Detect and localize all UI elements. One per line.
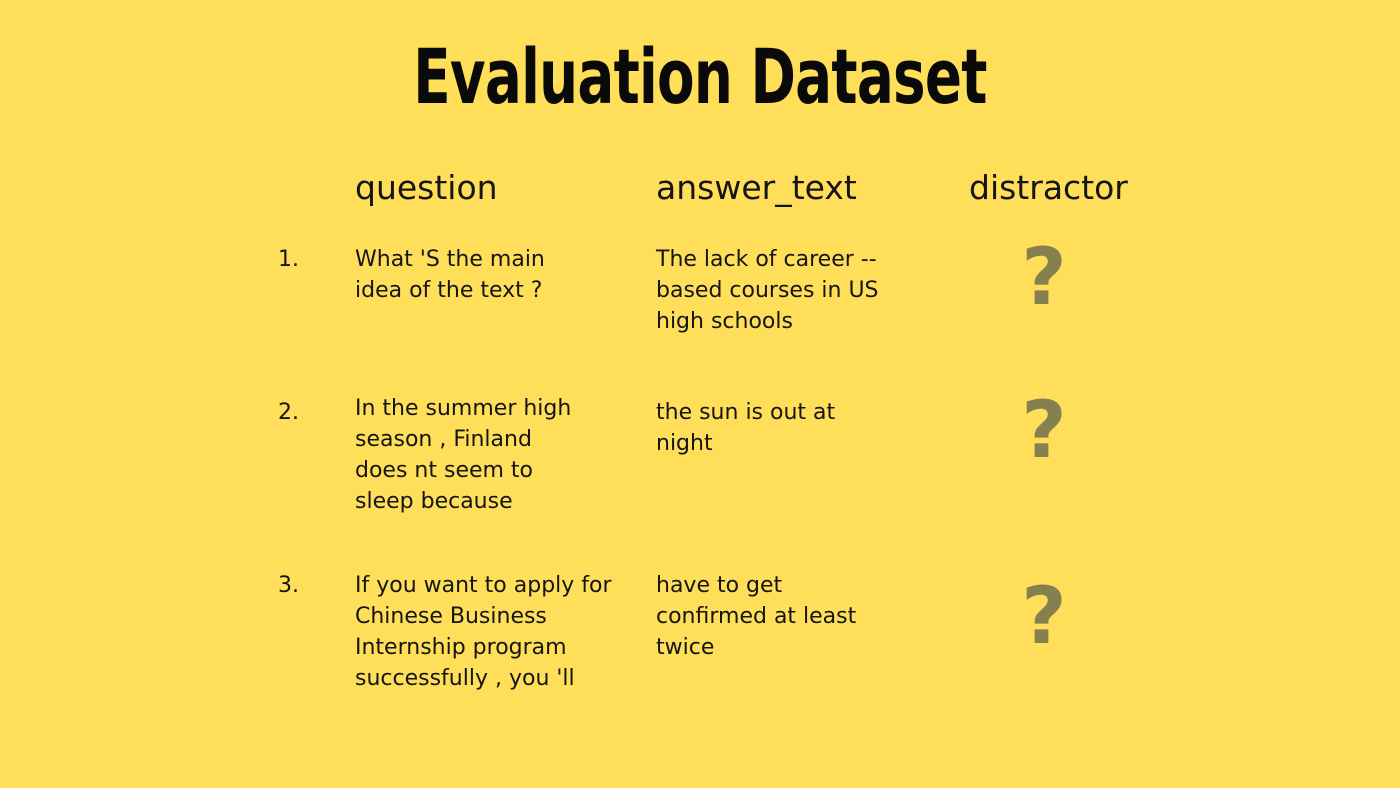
row-number: 1.	[278, 247, 299, 272]
row-number: 3.	[278, 573, 299, 598]
answer-text-cell: the sun is out at night	[656, 400, 836, 456]
answer-text-cell: have to get confirmed at least twice	[656, 573, 857, 660]
question-cell: In the summer high season , Finland does…	[355, 396, 572, 514]
question-mark-icon: ?	[1021, 386, 1067, 476]
question-cell: What 'S the main idea of the text ?	[355, 247, 545, 303]
column-header-answer-text: answer_text	[656, 168, 857, 207]
column-header-question: question	[355, 168, 498, 207]
answer-text-cell: The lack of career -- based courses in U…	[656, 247, 879, 334]
row-number: 2.	[278, 400, 299, 425]
column-header-distractor: distractor	[969, 168, 1128, 207]
page-title: Evaluation Dataset	[413, 32, 987, 121]
question-mark-icon: ?	[1021, 233, 1067, 323]
question-mark-icon: ?	[1021, 572, 1067, 662]
question-cell: If you want to apply for Chinese Busines…	[355, 573, 612, 691]
